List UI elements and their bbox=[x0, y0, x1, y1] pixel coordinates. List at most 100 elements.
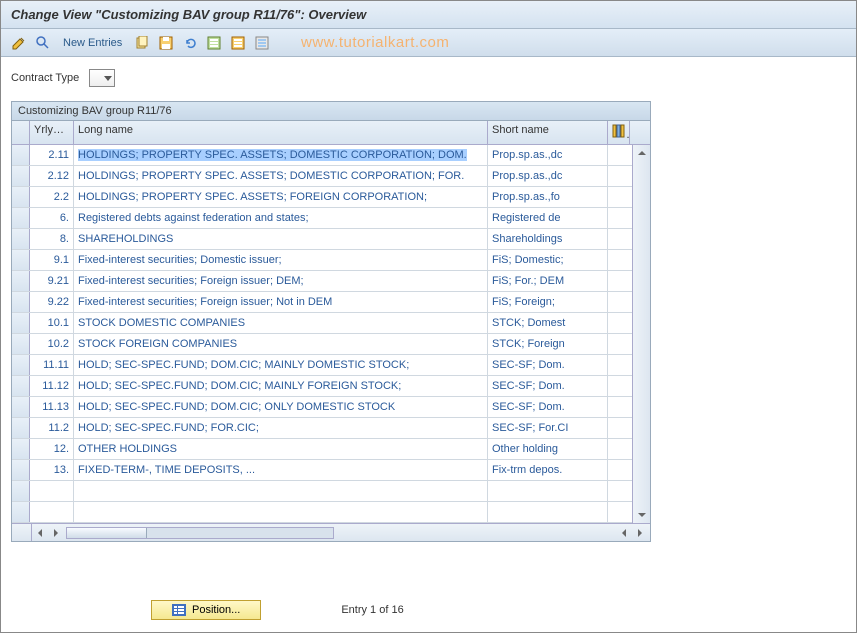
table-row[interactable]: 13.FIXED-TERM-, TIME DEPOSITS, ...Fix-tr… bbox=[12, 460, 632, 481]
cell-yrlys[interactable]: 12. bbox=[30, 439, 74, 459]
table-row[interactable]: 11.11HOLD; SEC-SPEC.FUND; DOM.CIC; MAINL… bbox=[12, 355, 632, 376]
row-selector[interactable] bbox=[12, 439, 30, 459]
cell-yrlys[interactable]: 9.21 bbox=[30, 271, 74, 291]
contract-type-dropdown[interactable] bbox=[89, 69, 115, 87]
row-selector[interactable] bbox=[12, 250, 30, 270]
cell-longname[interactable]: Fixed-interest securities; Domestic issu… bbox=[74, 250, 488, 270]
table-row[interactable]: 2.12HOLDINGS; PROPERTY SPEC. ASSETS; DOM… bbox=[12, 166, 632, 187]
cell-yrlys[interactable]: 11.2 bbox=[30, 418, 74, 438]
cell-longname[interactable]: HOLD; SEC-SPEC.FUND; DOM.CIC; MAINLY DOM… bbox=[74, 355, 488, 375]
cell-longname[interactable]: SHAREHOLDINGS bbox=[74, 229, 488, 249]
cell-shortname[interactable]: STCK; Foreign bbox=[488, 334, 608, 354]
cell-shortname[interactable]: SEC-SF; Dom. bbox=[488, 355, 608, 375]
cell-yrlys[interactable]: 9.22 bbox=[30, 292, 74, 312]
save-icon[interactable] bbox=[156, 33, 176, 53]
scroll-down-icon[interactable] bbox=[636, 509, 648, 521]
cell-yrlys[interactable]: 2.2 bbox=[30, 187, 74, 207]
undo-icon[interactable] bbox=[180, 33, 200, 53]
column-header-yrlys[interactable]: YrlyS... bbox=[30, 121, 74, 144]
cell-shortname[interactable]: FiS; Foreign; bbox=[488, 292, 608, 312]
cell-shortname[interactable]: FiS; Domestic; bbox=[488, 250, 608, 270]
copy-icon[interactable] bbox=[132, 33, 152, 53]
cell-longname[interactable]: STOCK DOMESTIC COMPANIES bbox=[74, 313, 488, 333]
cell-yrlys[interactable]: 2.11 bbox=[30, 145, 74, 165]
cell-longname[interactable]: HOLD; SEC-SPEC.FUND; DOM.CIC; MAINLY FOR… bbox=[74, 376, 488, 396]
table-row[interactable]: 12.OTHER HOLDINGSOther holding bbox=[12, 439, 632, 460]
cell-longname[interactable]: Registered debts against federation and … bbox=[74, 208, 488, 228]
table-row[interactable]: 9.22Fixed-interest securities; Foreign i… bbox=[12, 292, 632, 313]
cell-yrlys[interactable]: 2.12 bbox=[30, 166, 74, 186]
row-selector[interactable] bbox=[12, 418, 30, 438]
cell-shortname[interactable]: FiS; For.; DEM bbox=[488, 271, 608, 291]
cell-shortname[interactable]: SEC-SF; Dom. bbox=[488, 376, 608, 396]
table-row[interactable]: 8.SHAREHOLDINGSShareholdings bbox=[12, 229, 632, 250]
table-row[interactable]: 9.21Fixed-interest securities; Foreign i… bbox=[12, 271, 632, 292]
row-selector[interactable] bbox=[12, 208, 30, 228]
row-selector[interactable] bbox=[12, 334, 30, 354]
delimit-icon[interactable] bbox=[252, 33, 272, 53]
scroll-left-icon[interactable] bbox=[34, 527, 46, 539]
change-icon[interactable] bbox=[9, 33, 29, 53]
select-all-column[interactable] bbox=[12, 121, 30, 144]
cell-longname[interactable]: OTHER HOLDINGS bbox=[74, 439, 488, 459]
select-all-icon[interactable] bbox=[204, 33, 224, 53]
deselect-all-icon[interactable] bbox=[228, 33, 248, 53]
row-selector[interactable] bbox=[12, 460, 30, 480]
cell-shortname[interactable]: Registered de bbox=[488, 208, 608, 228]
row-selector[interactable] bbox=[12, 271, 30, 291]
horizontal-scrollbar[interactable] bbox=[12, 523, 650, 541]
table-row[interactable]: 10.2STOCK FOREIGN COMPANIESSTCK; Foreign bbox=[12, 334, 632, 355]
scroll-left2-icon[interactable] bbox=[618, 527, 630, 539]
cell-longname[interactable]: HOLDINGS; PROPERTY SPEC. ASSETS; DOMESTI… bbox=[74, 166, 488, 186]
row-selector[interactable] bbox=[12, 145, 30, 165]
cell-shortname[interactable]: SEC-SF; Dom. bbox=[488, 397, 608, 417]
vertical-scrollbar[interactable] bbox=[632, 145, 650, 523]
cell-longname[interactable]: Fixed-interest securities; Foreign issue… bbox=[74, 271, 488, 291]
table-row[interactable]: 11.2HOLD; SEC-SPEC.FUND; FOR.CIC;SEC-SF;… bbox=[12, 418, 632, 439]
row-selector[interactable] bbox=[12, 292, 30, 312]
cell-longname[interactable]: Fixed-interest securities; Foreign issue… bbox=[74, 292, 488, 312]
table-row[interactable]: 11.13HOLD; SEC-SPEC.FUND; DOM.CIC; ONLY … bbox=[12, 397, 632, 418]
cell-shortname[interactable]: SEC-SF; For.CI bbox=[488, 418, 608, 438]
cell-longname[interactable]: HOLD; SEC-SPEC.FUND; FOR.CIC; bbox=[74, 418, 488, 438]
cell-yrlys[interactable]: 11.13 bbox=[30, 397, 74, 417]
column-header-shortname[interactable]: Short name bbox=[488, 121, 608, 144]
cell-shortname[interactable]: STCK; Domest bbox=[488, 313, 608, 333]
table-row[interactable]: 11.12HOLD; SEC-SPEC.FUND; DOM.CIC; MAINL… bbox=[12, 376, 632, 397]
cell-shortname[interactable]: Other holding bbox=[488, 439, 608, 459]
cell-yrlys[interactable]: 6. bbox=[30, 208, 74, 228]
scroll-right-icon[interactable] bbox=[50, 527, 62, 539]
cell-yrlys[interactable]: 11.12 bbox=[30, 376, 74, 396]
cell-yrlys[interactable]: 11.11 bbox=[30, 355, 74, 375]
row-selector[interactable] bbox=[12, 313, 30, 333]
cell-shortname[interactable]: Fix-trm depos. bbox=[488, 460, 608, 480]
column-header-longname[interactable]: Long name bbox=[74, 121, 488, 144]
cell-longname[interactable]: HOLD; SEC-SPEC.FUND; DOM.CIC; ONLY DOMES… bbox=[74, 397, 488, 417]
cell-shortname[interactable]: Prop.sp.as.,dc bbox=[488, 145, 608, 165]
cell-longname[interactable]: FIXED-TERM-, TIME DEPOSITS, ... bbox=[74, 460, 488, 480]
cell-shortname[interactable]: Prop.sp.as.,fo bbox=[488, 187, 608, 207]
configure-columns-button[interactable] bbox=[608, 121, 630, 144]
position-button[interactable]: Position... bbox=[151, 600, 261, 620]
new-entries-button[interactable]: New Entries bbox=[57, 37, 128, 49]
table-row[interactable]: 2.11HOLDINGS; PROPERTY SPEC. ASSETS; DOM… bbox=[12, 145, 632, 166]
row-selector[interactable] bbox=[12, 229, 30, 249]
table-row[interactable]: 9.1Fixed-interest securities; Domestic i… bbox=[12, 250, 632, 271]
cell-yrlys[interactable]: 8. bbox=[30, 229, 74, 249]
cell-longname[interactable]: STOCK FOREIGN COMPANIES bbox=[74, 334, 488, 354]
cell-longname[interactable]: HOLDINGS; PROPERTY SPEC. ASSETS; FOREIGN… bbox=[74, 187, 488, 207]
cell-yrlys[interactable]: 9.1 bbox=[30, 250, 74, 270]
cell-yrlys[interactable]: 10.2 bbox=[30, 334, 74, 354]
table-row[interactable]: 2.2HOLDINGS; PROPERTY SPEC. ASSETS; FORE… bbox=[12, 187, 632, 208]
cell-yrlys[interactable]: 13. bbox=[30, 460, 74, 480]
row-selector[interactable] bbox=[12, 355, 30, 375]
row-selector[interactable] bbox=[12, 397, 30, 417]
cell-shortname[interactable]: Prop.sp.as.,dc bbox=[488, 166, 608, 186]
details-icon[interactable] bbox=[33, 33, 53, 53]
row-selector[interactable] bbox=[12, 166, 30, 186]
scroll-right2-icon[interactable] bbox=[634, 527, 646, 539]
cell-yrlys[interactable]: 10.1 bbox=[30, 313, 74, 333]
scroll-up-icon[interactable] bbox=[636, 147, 648, 159]
table-row[interactable]: 10.1STOCK DOMESTIC COMPANIESSTCK; Domest bbox=[12, 313, 632, 334]
cell-longname[interactable]: HOLDINGS; PROPERTY SPEC. ASSETS; DOMESTI… bbox=[74, 145, 488, 165]
